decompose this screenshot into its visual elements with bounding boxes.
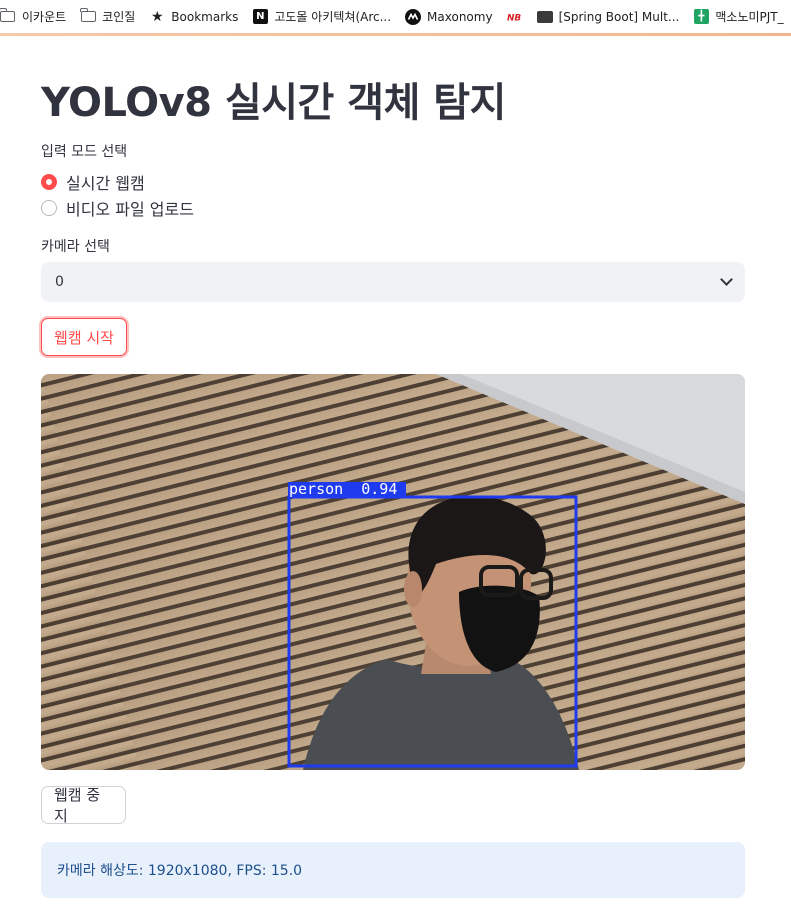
camera-select-value: 0: [55, 274, 64, 290]
page-title: YOLOv8 실시간 객체 탐지: [41, 80, 506, 126]
folder-icon: [80, 8, 96, 25]
bookmark-coin[interactable]: 코인질: [80, 8, 135, 25]
bookmark-label: [Spring Boot] Mult...: [558, 9, 680, 24]
sheet-icon: ╋: [693, 9, 709, 25]
radio-option-video-upload[interactable]: 비디오 파일 업로드: [41, 196, 194, 220]
radio-label: 비디오 파일 업로드: [66, 200, 194, 219]
camera-info-text: 카메라 해상도: 1920x1080, FPS: 15.0: [57, 863, 303, 879]
radio-unselected-icon[interactable]: [41, 200, 57, 216]
newbalance-icon: NB: [507, 9, 523, 25]
folder-icon: [0, 8, 16, 25]
svg-text:NB: NB: [507, 13, 521, 22]
bookmark-label: Bookmarks: [171, 9, 239, 24]
bookmark-godomall[interactable]: N 고도몰 아키텍쳐(Arc...: [252, 8, 391, 25]
radio-option-webcam[interactable]: 실시간 웹캠: [41, 170, 145, 194]
bookmark-bookmarks[interactable]: ★ Bookmarks: [149, 9, 238, 25]
bookmark-maxonomy-pjt[interactable]: ╋ 맥소노미PJT_: [693, 8, 784, 25]
stop-webcam-button[interactable]: 웹캠 중지: [41, 786, 126, 825]
bookmark-label: 맥소노미PJT_: [715, 10, 784, 24]
bookmark-newbalance[interactable]: NB: [507, 9, 523, 25]
start-webcam-button[interactable]: 웹캠 시작: [41, 318, 127, 356]
bookmark-label: 코인질: [102, 10, 136, 24]
maxonomy-icon: [405, 8, 422, 25]
mode-label: 입력 모드 선택: [41, 144, 128, 160]
bookmark-spring-boot[interactable]: [Spring Boot] Mult...: [536, 9, 680, 25]
bookmark-label: 이카운트: [22, 10, 67, 24]
radio-label: 실시간 웹캠: [66, 174, 145, 193]
camera-select[interactable]: 0: [41, 262, 745, 302]
page-loading-bar: [0, 33, 791, 36]
page-icon: [536, 9, 553, 25]
camera-label: 카메라 선택: [41, 239, 110, 255]
bookmarks-bar: 이카운트 코인질 ★ Bookmarks N 고도몰 아키텍쳐(Arc... M…: [0, 0, 791, 33]
bookmark-label: Maxonomy: [427, 9, 493, 24]
bookmark-maxonomy[interactable]: Maxonomy: [405, 8, 493, 25]
bookmark-label: 고도몰 아키텍쳐(Arc...: [274, 10, 392, 24]
chevron-down-icon: [720, 273, 733, 286]
bookmark-ecount[interactable]: 이카운트: [0, 8, 66, 25]
notion-icon: N: [252, 9, 268, 25]
radio-selected-icon[interactable]: [41, 174, 57, 190]
webcam-video-frame: person 0.94: [41, 374, 745, 770]
camera-info-alert: 카메라 해상도: 1920x1080, FPS: 15.0: [41, 842, 745, 898]
webcam-frame-image: [41, 374, 745, 770]
detection-label: person 0.94: [289, 480, 398, 498]
star-icon: ★: [151, 8, 164, 25]
